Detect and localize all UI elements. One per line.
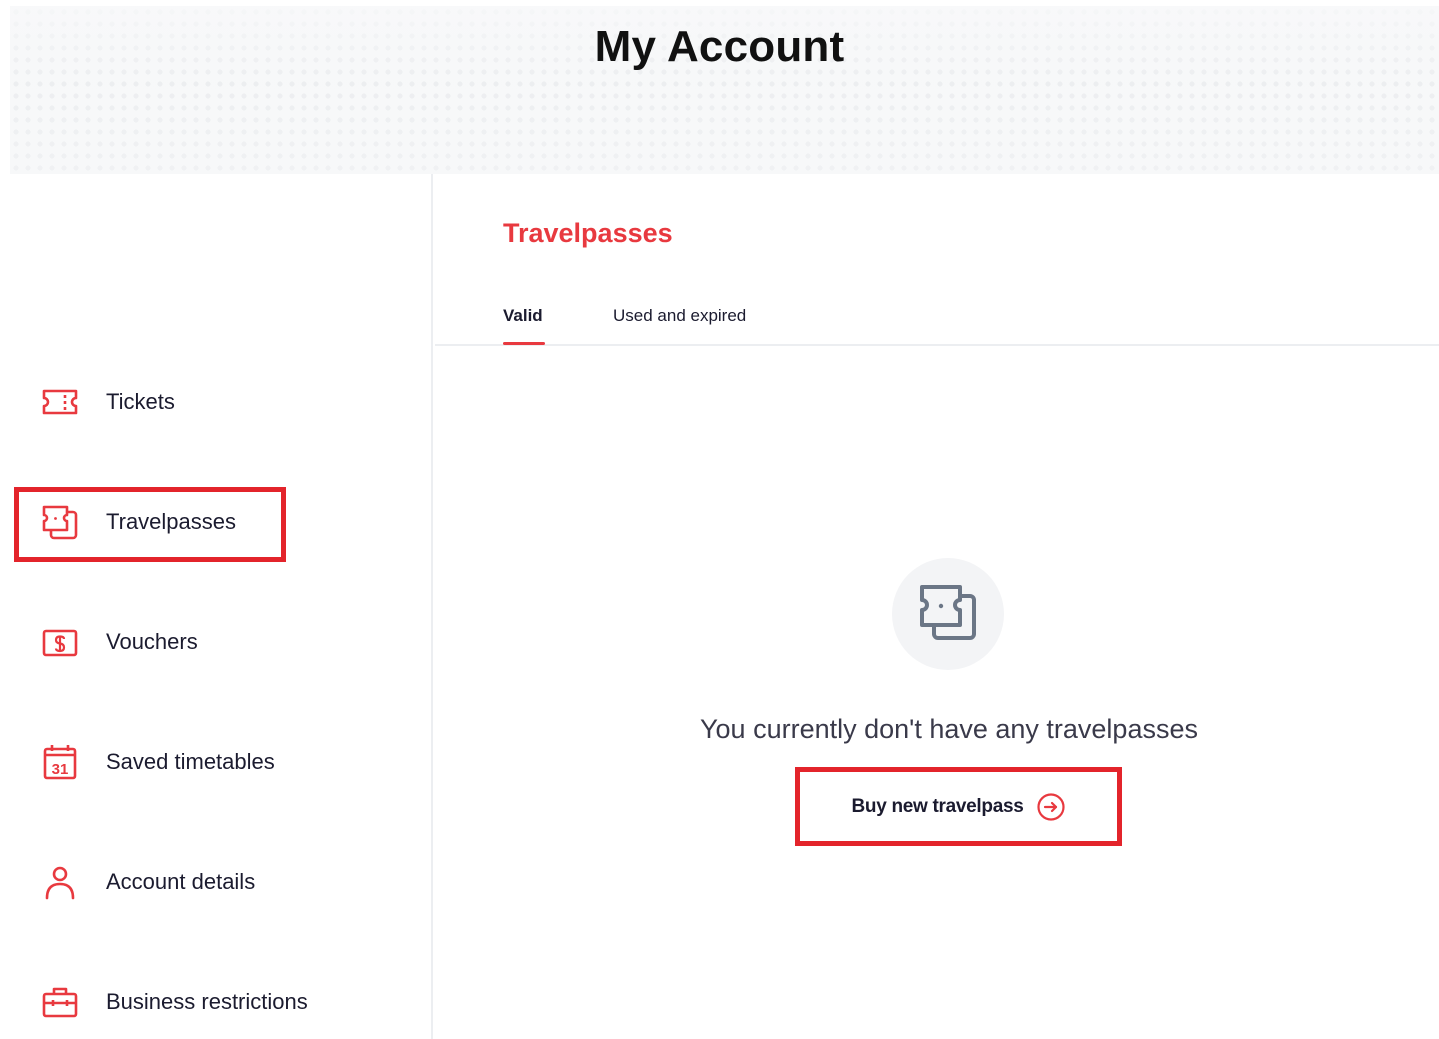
sidebar-item-vouchers[interactable]: Vouchers xyxy=(40,620,198,664)
briefcase-icon xyxy=(40,982,80,1022)
section-title: Travelpasses xyxy=(503,218,673,248)
user-icon xyxy=(40,862,80,902)
empty-state-message: You currently don't have any travelpasse… xyxy=(700,714,1198,744)
sidebar-item-label: Tickets xyxy=(106,389,175,414)
empty-state-icon-container xyxy=(892,558,1004,670)
travelpasses-highlight-annotation xyxy=(14,487,286,562)
tab-used-and-expired[interactable]: Used and expired xyxy=(613,306,746,326)
travelpass-icon xyxy=(916,580,980,649)
sidebar-item-business-restrictions[interactable]: Business restrictions xyxy=(40,980,308,1024)
tab-valid[interactable]: Valid xyxy=(503,306,543,326)
sidebar-item-label: Account details xyxy=(106,869,256,894)
voucher-icon xyxy=(40,622,80,662)
arrow-right-circle-icon xyxy=(1036,792,1066,822)
buy-button-label: Buy new travelpass xyxy=(851,795,1024,817)
svg-text:31: 31 xyxy=(52,761,69,778)
sidebar-item-label: Business restrictions xyxy=(106,989,308,1014)
page-title: My Account xyxy=(594,22,845,71)
ticket-icon xyxy=(40,382,80,422)
tab-bar: Valid Used and expired xyxy=(435,302,1439,346)
sidebar-item-saved-timetables[interactable]: 31 Saved timetables xyxy=(40,740,275,784)
main-content: Travelpasses Valid Used and expired You … xyxy=(435,174,1439,1039)
sidebar-item-label: Saved timetables xyxy=(106,749,275,774)
buy-new-travelpass-button[interactable]: Buy new travelpass xyxy=(795,767,1122,846)
account-sidebar: Tickets Travelpasses Vouchers 31 Saved t… xyxy=(0,174,433,1039)
active-tab-indicator xyxy=(503,342,545,345)
sidebar-item-tickets[interactable]: Tickets xyxy=(40,380,175,424)
calendar-icon: 31 xyxy=(40,742,80,782)
sidebar-item-account-details[interactable]: Account details xyxy=(40,860,255,904)
sidebar-item-label: Vouchers xyxy=(106,629,198,654)
